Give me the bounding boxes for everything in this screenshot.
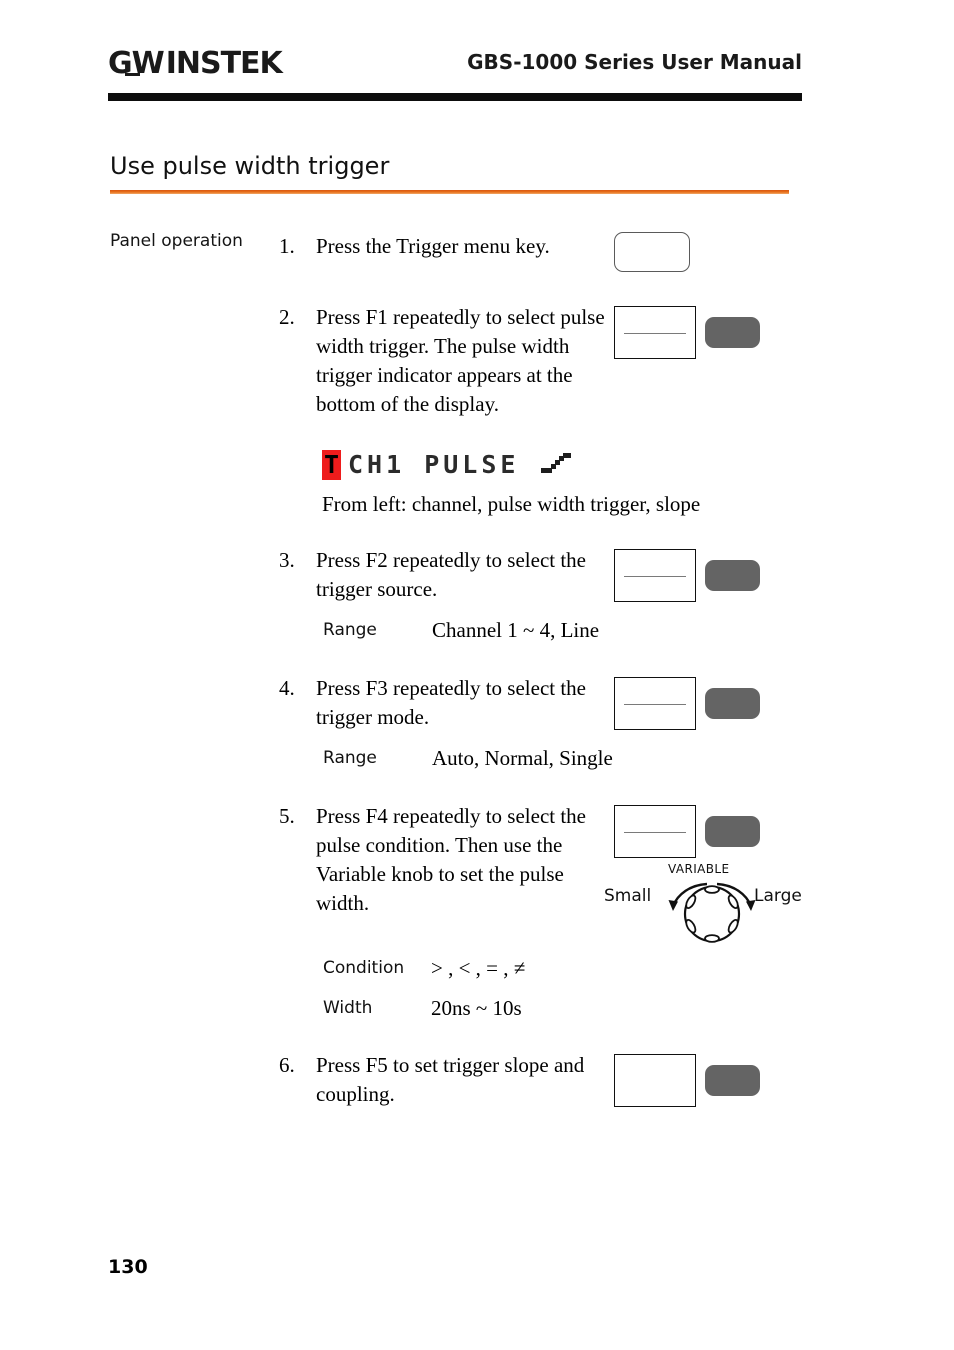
trigger-badge-icon: T	[322, 450, 341, 480]
step-4-text: Press F3 repeatedly to select the trigge…	[316, 676, 587, 729]
f2-key-icon[interactable]	[614, 549, 696, 602]
f-key-line	[624, 831, 686, 834]
trigger-source-range-row: Range Channel 1 ~ 4, Line	[323, 616, 743, 646]
panel-operation-label: Panel operation	[110, 231, 243, 251]
step-6-number: 6.	[279, 1053, 295, 1077]
step-4-number: 4.	[279, 676, 295, 700]
f3-key-icon[interactable]	[614, 677, 696, 730]
step-6-text: Press F5 to set trigger slope and coupli…	[316, 1053, 585, 1106]
logo-instek-text: INSTEK	[165, 46, 283, 81]
knob-small-label: Small	[604, 886, 652, 906]
manual-title: GBS-1000 Series User Manual	[467, 50, 802, 74]
width-value: 20ns ~ 10s	[431, 996, 522, 1020]
f-key-line	[624, 703, 686, 706]
f4-soft-button-icon[interactable]	[705, 816, 760, 847]
rising-edge-slope-icon	[539, 449, 573, 482]
f2-soft-button-icon[interactable]	[705, 560, 760, 591]
step-3-text: Press F2 repeatedly to select the trigge…	[316, 548, 587, 601]
f3-soft-button-icon[interactable]	[705, 688, 760, 719]
condition-value: > , < , = , ≠	[431, 956, 526, 980]
knob-dial-icon[interactable]	[652, 878, 772, 944]
width-label: Width	[323, 998, 373, 1018]
page-title: Use pulse width trigger	[110, 152, 390, 180]
f-key-line	[624, 575, 686, 578]
lcd-indicator-caption: From left: channel, pulse width trigger,…	[322, 492, 701, 516]
step-1-text: Press the Trigger menu key.	[316, 234, 550, 258]
variable-knob-graphic: VARIABLE Small Large	[604, 862, 804, 946]
f5-soft-button-icon[interactable]	[705, 1065, 760, 1096]
f-key-line	[624, 332, 686, 335]
range-value: Auto, Normal, Single	[432, 746, 613, 770]
trigger-menu-key-icon[interactable]	[614, 232, 690, 272]
range-label: Range	[323, 748, 377, 768]
f4-key-icon[interactable]	[614, 805, 696, 858]
page-number: 130	[108, 1256, 148, 1278]
f1-key-icon[interactable]	[614, 306, 696, 359]
step-2-text: Press F1 repeatedly to select pulse widt…	[316, 305, 605, 416]
lcd-trigger-indicator: T CH1 PULSE	[322, 448, 573, 482]
pulse-width-row: Width 20ns ~ 10s	[323, 994, 743, 1024]
f1-soft-button-icon[interactable]	[705, 317, 760, 348]
header-divider	[108, 93, 802, 101]
gw-instek-logo: GW INSTEK	[108, 46, 283, 82]
step-5-number: 5.	[279, 804, 295, 828]
range-label: Range	[323, 620, 377, 640]
title-accent-rule	[110, 190, 789, 194]
trigger-mode-range-row: Range Auto, Normal, Single	[323, 744, 743, 774]
condition-label: Condition	[323, 958, 405, 978]
logo-underbar	[125, 73, 140, 76]
range-value: Channel 1 ~ 4, Line	[432, 618, 600, 642]
step-3-number: 3.	[279, 548, 295, 572]
variable-knob-label: VARIABLE	[668, 862, 730, 876]
step-5-text: Press F4 repeatedly to select the pulse …	[316, 804, 587, 915]
step-1-number: 1.	[279, 234, 295, 258]
lcd-channel-mode-text: CH1 PULSE	[348, 450, 520, 479]
pulse-condition-row: Condition > , < , = , ≠	[323, 954, 743, 984]
f5-key-icon[interactable]	[614, 1054, 696, 1107]
step-2-number: 2.	[279, 305, 295, 329]
logo-gw-mark: GW	[108, 46, 166, 82]
